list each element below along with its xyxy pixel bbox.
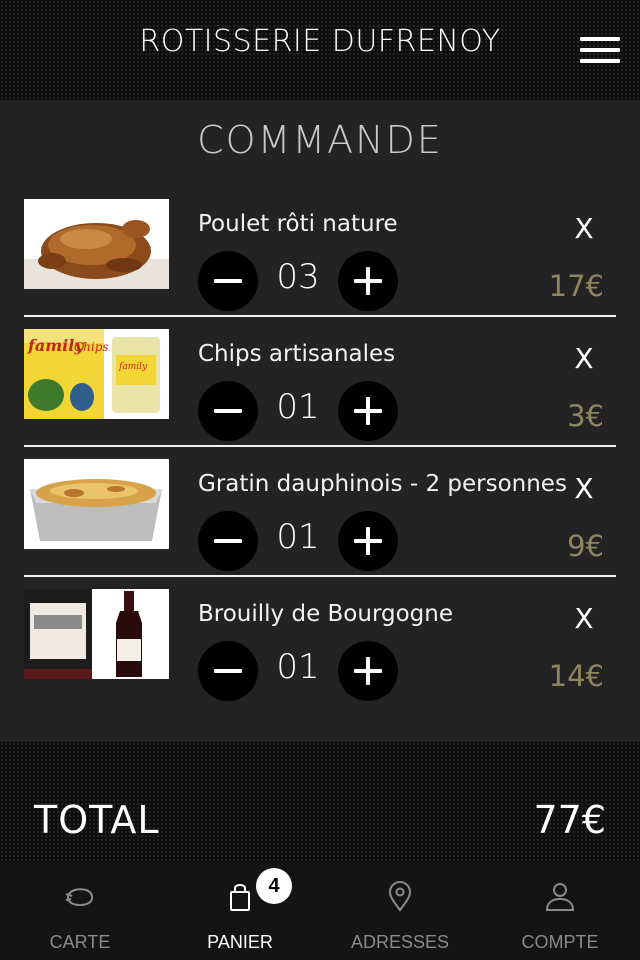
item-price: 9€ bbox=[567, 529, 604, 563]
nav-item-compte[interactable]: COMPTE bbox=[480, 862, 640, 960]
item-quantity: 01 bbox=[276, 387, 320, 427]
item-image-wine-bottle bbox=[24, 589, 169, 679]
chicken-icon bbox=[65, 888, 94, 906]
hamburger-menu-icon[interactable] bbox=[578, 35, 622, 65]
user-icon bbox=[545, 883, 575, 911]
svg-text:Chips: Chips bbox=[74, 340, 109, 354]
decrease-quantity-button[interactable] bbox=[198, 381, 258, 441]
item-image-roast-chicken bbox=[24, 199, 169, 289]
order-panel: COMMANDE Poulet rôti nature X 03 17€ fam… bbox=[0, 100, 640, 742]
increase-quantity-button[interactable] bbox=[338, 251, 398, 311]
item-price: 14€ bbox=[548, 659, 604, 693]
remove-item-button[interactable]: X bbox=[568, 473, 600, 505]
decrease-quantity-button[interactable] bbox=[198, 641, 258, 701]
item-name: Poulet rôti nature bbox=[198, 211, 398, 237]
divider bbox=[24, 315, 616, 317]
cart-count-badge: 4 bbox=[256, 868, 292, 904]
divider bbox=[24, 575, 616, 577]
decrease-quantity-button[interactable] bbox=[198, 251, 258, 311]
decrease-quantity-button[interactable] bbox=[198, 511, 258, 571]
map-pin-icon bbox=[388, 880, 412, 912]
nav-item-panier[interactable]: PANIER bbox=[160, 862, 320, 960]
cart-item: Brouilly de Bourgogne X 01 14€ bbox=[0, 589, 640, 719]
item-quantity: 03 bbox=[276, 257, 320, 297]
increase-quantity-button[interactable] bbox=[338, 641, 398, 701]
item-price: 3€ bbox=[567, 399, 604, 433]
item-image-gratin-tray bbox=[24, 459, 169, 549]
bottom-nav: CARTE PANIER ADRESSES COMPTE bbox=[0, 862, 640, 960]
cart-item: Poulet rôti nature X 03 17€ bbox=[0, 199, 640, 329]
item-name: Brouilly de Bourgogne bbox=[198, 601, 454, 627]
divider bbox=[24, 445, 616, 447]
nav-item-carte[interactable]: CARTE bbox=[0, 862, 160, 960]
svg-text:family: family bbox=[118, 362, 148, 372]
remove-item-button[interactable]: X bbox=[568, 213, 600, 245]
item-quantity: 01 bbox=[276, 517, 320, 557]
app-header: ROTISSERIE DUFRENOY bbox=[0, 0, 640, 100]
total-label: TOTAL bbox=[34, 798, 160, 842]
app-title: ROTISSERIE DUFRENOY bbox=[139, 24, 501, 59]
increase-quantity-button[interactable] bbox=[338, 511, 398, 571]
item-name: Gratin dauphinois - 2 personnes bbox=[198, 471, 567, 497]
item-price: 17€ bbox=[548, 269, 604, 303]
total-bar: TOTAL 77€ bbox=[0, 742, 640, 862]
cart-item: Gratin dauphinois - 2 personnes X 01 9€ bbox=[0, 459, 640, 589]
remove-item-button[interactable]: X bbox=[568, 603, 600, 635]
item-name: Chips artisanales bbox=[198, 341, 396, 367]
nav-label: CARTE bbox=[49, 932, 111, 952]
total-amount: 77€ bbox=[533, 798, 606, 842]
item-quantity: 01 bbox=[276, 647, 320, 687]
increase-quantity-button[interactable] bbox=[338, 381, 398, 441]
nav-label: PANIER bbox=[207, 932, 273, 952]
shopping-bag-icon bbox=[230, 884, 250, 911]
item-image-chips-bag: family Chips family bbox=[24, 329, 169, 419]
nav-label: ADRESSES bbox=[350, 932, 450, 952]
remove-item-button[interactable]: X bbox=[568, 343, 600, 375]
order-title: COMMANDE bbox=[197, 118, 443, 162]
nav-item-adresses[interactable]: ADRESSES bbox=[320, 862, 480, 960]
cart-item: family Chips family Chips artisanales X … bbox=[0, 329, 640, 459]
nav-label: COMPTE bbox=[521, 932, 599, 952]
